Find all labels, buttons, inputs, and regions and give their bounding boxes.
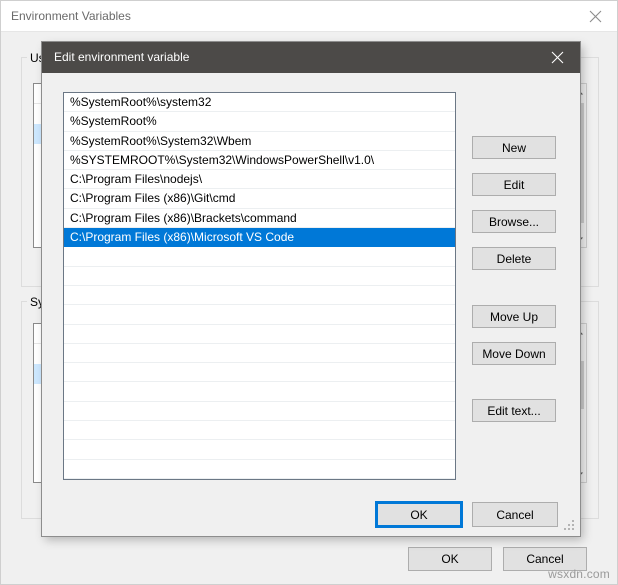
- path-entry-row[interactable]: %SYSTEMROOT%\System32\WindowsPowerShell\…: [64, 151, 455, 171]
- side-button-label: Edit: [503, 177, 525, 192]
- path-entry-row-empty[interactable]: [64, 286, 455, 306]
- side-button-new[interactable]: New: [472, 136, 556, 159]
- path-entry-row-empty[interactable]: [64, 344, 455, 364]
- cancel-button[interactable]: Cancel: [472, 502, 558, 527]
- background-ok-button[interactable]: OK: [408, 547, 492, 571]
- dialog-titlebar[interactable]: Edit environment variable: [42, 42, 580, 73]
- side-button-label: Move Down: [482, 346, 546, 361]
- path-entry-row[interactable]: %SystemRoot%\System32\Wbem: [64, 132, 455, 151]
- path-entries-listbox[interactable]: %SystemRoot%\system32 %SystemRoot% %System…: [63, 92, 456, 480]
- side-button-delete[interactable]: Delete: [472, 247, 556, 270]
- path-entry-row-empty[interactable]: [64, 267, 455, 286]
- side-button-move-down[interactable]: Move Down: [472, 342, 556, 365]
- ok-button[interactable]: OK: [375, 501, 463, 528]
- side-button-label: New: [501, 140, 526, 155]
- side-button-edit[interactable]: Edit: [472, 173, 556, 196]
- dialog-title: Edit environment variable: [54, 50, 190, 64]
- path-entry-row-empty[interactable]: [64, 402, 455, 422]
- side-button-label: Delete: [496, 251, 532, 266]
- side-button-label: Edit text...: [487, 403, 541, 418]
- background-titlebar: Environment Variables: [1, 1, 617, 32]
- path-entry-row-empty[interactable]: [64, 421, 455, 441]
- path-entry-row-empty[interactable]: [64, 382, 455, 402]
- path-entry-row[interactable]: %SystemRoot%\system32: [64, 93, 455, 113]
- path-entry-row-empty[interactable]: [64, 363, 455, 383]
- side-button-label: Browse...: [488, 214, 539, 229]
- background-ok-label: OK: [441, 552, 459, 566]
- side-button-edit-text[interactable]: Edit text...: [472, 399, 556, 422]
- close-icon[interactable]: [534, 42, 580, 73]
- edit-environment-variable-dialog: Edit environment variable %SystemRoot%\s…: [42, 42, 580, 536]
- resize-grip[interactable]: [564, 520, 576, 532]
- ok-label: OK: [410, 507, 428, 522]
- path-entry-row[interactable]: C:\Program Files (x86)\Microsoft VS Code: [64, 228, 455, 248]
- path-entry-row-empty[interactable]: [64, 305, 455, 325]
- path-entry-row[interactable]: C:\Program Files (x86)\Brackets\command: [64, 209, 455, 229]
- path-entry-row-empty[interactable]: [64, 247, 455, 267]
- cancel-label: Cancel: [496, 507, 534, 522]
- path-entry-row-empty[interactable]: [64, 440, 455, 460]
- side-button-label: Move Up: [489, 309, 539, 324]
- watermark: wsxdn.com: [548, 567, 610, 581]
- side-button-move-up[interactable]: Move Up: [472, 305, 556, 328]
- close-icon[interactable]: [573, 1, 617, 31]
- path-entry-row[interactable]: %SystemRoot%: [64, 112, 455, 132]
- background-window-title: Environment Variables: [11, 9, 131, 23]
- path-entry-row-empty[interactable]: [64, 460, 455, 479]
- side-button-browse[interactable]: Browse...: [472, 210, 556, 233]
- background-cancel-label: Cancel: [526, 552, 564, 566]
- path-entry-row[interactable]: C:\Program Files\nodejs\: [64, 170, 455, 190]
- path-entry-row-empty[interactable]: [64, 325, 455, 344]
- path-entry-row[interactable]: C:\Program Files (x86)\Git\cmd: [64, 189, 455, 209]
